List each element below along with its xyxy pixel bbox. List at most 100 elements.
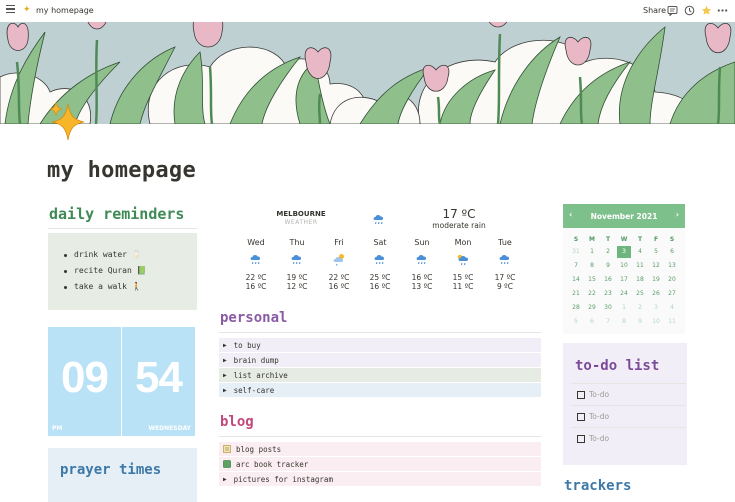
calendar-day[interactable]: 28: [569, 302, 583, 314]
forecast-low: 12 ºC: [286, 282, 308, 291]
calendar-day[interactable]: 8: [617, 316, 631, 328]
toggle-arrow-icon[interactable]: ▶: [223, 342, 227, 349]
page-sparkle-icon: [49, 101, 85, 140]
comment-icon[interactable]: [667, 5, 678, 16]
calendar-day[interactable]: 26: [649, 288, 663, 300]
calendar-day[interactable]: 30: [601, 302, 615, 314]
calendar-day[interactable]: 17: [617, 274, 631, 286]
calendar-day[interactable]: 18: [633, 274, 647, 286]
calendar-day[interactable]: 21: [569, 288, 583, 300]
blog-row-label: arc book tracker: [236, 459, 309, 469]
blog-posts-link[interactable]: blog posts: [219, 442, 541, 456]
calendar-day[interactable]: 11: [665, 316, 679, 328]
breadcrumb-page-title[interactable]: my homepage: [36, 6, 94, 15]
calendar-day[interactable]: 23: [601, 288, 615, 300]
calendar-day[interactable]: 7: [569, 260, 583, 272]
calendar-day[interactable]: 3: [617, 246, 631, 258]
calendar-day[interactable]: 6: [665, 246, 679, 258]
forecast-high: 19 ºC: [286, 273, 308, 282]
toggle-to-buy[interactable]: ▶ to buy: [219, 338, 541, 352]
calendar-day[interactable]: 20: [665, 274, 679, 286]
calendar-day[interactable]: 13: [665, 260, 679, 272]
menu-icon[interactable]: [6, 5, 15, 15]
calendar-day[interactable]: 2: [633, 302, 647, 314]
blog-row-label: pictures for instagram: [233, 474, 333, 484]
calendar-day[interactable]: 5: [649, 246, 663, 258]
sun-cloud-icon: [319, 253, 359, 273]
checkbox[interactable]: [577, 412, 585, 421]
more-icon[interactable]: [717, 5, 728, 16]
calendar-day[interactable]: 1: [585, 246, 599, 258]
memo-icon: [223, 445, 231, 453]
calendar-day[interactable]: 19: [649, 274, 663, 286]
calendar-day[interactable]: 1: [617, 302, 631, 314]
calendar-day[interactable]: 9: [601, 260, 615, 272]
todo-item[interactable]: To-do: [577, 390, 609, 399]
toggle-arrow-icon[interactable]: ▶: [223, 372, 227, 379]
calendar-day[interactable]: 24: [617, 288, 631, 300]
toggle-self-care[interactable]: ▶ self-care: [219, 383, 541, 397]
clock-hour-card: 09 PM: [48, 327, 121, 436]
clock-minute-card: 54 WEDNESDAY: [122, 327, 195, 436]
forecast-day-name: Wed: [247, 238, 265, 247]
share-button[interactable]: Share: [643, 6, 666, 15]
toggle-brain-dump[interactable]: ▶ brain dump: [219, 353, 541, 367]
calendar-day[interactable]: 14: [569, 274, 583, 286]
daily-reminders-list: drink water 🥛 recite Quran 📗 take a walk…: [48, 233, 197, 310]
calendar-day[interactable]: 6: [585, 316, 599, 328]
personal-heading: personal: [220, 310, 288, 326]
calendar-day[interactable]: 31: [569, 246, 583, 258]
forecast-day: Sat 25 ºC 16 ºC: [360, 238, 400, 291]
arc-book-tracker-link[interactable]: arc book tracker: [219, 457, 541, 471]
calendar-day[interactable]: 15: [585, 274, 599, 286]
green-book-icon: [223, 460, 231, 468]
calendar-day[interactable]: 4: [665, 302, 679, 314]
calendar-day[interactable]: 5: [569, 316, 583, 328]
calendar-day[interactable]: 22: [585, 288, 599, 300]
calendar-day[interactable]: 4: [633, 246, 647, 258]
checkbox[interactable]: [577, 390, 585, 399]
calendar-day[interactable]: 29: [585, 302, 599, 314]
calendar-day[interactable]: 7: [601, 316, 615, 328]
calendar-weekday: T: [637, 236, 643, 243]
prev-month-icon[interactable]: ‹: [569, 210, 572, 219]
toggle-arrow-icon[interactable]: ▶: [223, 387, 227, 394]
calendar-day[interactable]: 10: [617, 260, 631, 272]
reminder-item: drink water 🥛: [64, 247, 197, 263]
toggle-label: self-care: [233, 385, 275, 395]
calendar-day[interactable]: 3: [649, 302, 663, 314]
calendar-day[interactable]: 12: [649, 260, 663, 272]
calendar-day[interactable]: 9: [633, 316, 647, 328]
toggle-arrow-icon[interactable]: ▶: [223, 476, 227, 483]
calendar-day[interactable]: 8: [585, 260, 599, 272]
next-month-icon[interactable]: ›: [676, 210, 679, 219]
favorite-star-icon[interactable]: [701, 5, 712, 16]
page-title: my homepage: [47, 158, 196, 183]
cover-image: [0, 22, 735, 124]
todo-item[interactable]: To-do: [577, 412, 609, 421]
toggle-arrow-icon[interactable]: ▶: [223, 357, 227, 364]
calendar-weekday: F: [653, 236, 659, 243]
daily-reminders-heading: daily reminders: [49, 205, 185, 223]
calendar-day[interactable]: 25: [633, 288, 647, 300]
blog-row-label: blog posts: [236, 444, 282, 454]
divider: [571, 383, 686, 384]
forecast-day: Mon 15 ºC 11 ºC: [443, 238, 483, 291]
rain-icon: [236, 253, 276, 273]
rain-icon: [485, 253, 525, 273]
toggle-list-archive[interactable]: ▶ list archive: [219, 368, 541, 382]
forecast-high: 25 ºC: [369, 273, 391, 282]
history-icon[interactable]: [684, 5, 695, 16]
calendar-day[interactable]: 11: [633, 260, 647, 272]
calendar-day[interactable]: 10: [649, 316, 663, 328]
checkbox[interactable]: [577, 434, 585, 443]
todo-heading: to-do list: [575, 358, 660, 374]
calendar-day[interactable]: 27: [665, 288, 679, 300]
forecast-high: 15 ºC: [452, 273, 474, 282]
calendar-day[interactable]: 2: [601, 246, 615, 258]
divider: [219, 332, 541, 333]
todo-item[interactable]: To-do: [577, 434, 609, 443]
pictures-for-instagram-toggle[interactable]: ▶ pictures for instagram: [219, 472, 541, 486]
calendar-day[interactable]: 16: [601, 274, 615, 286]
calendar-weekday: S: [573, 236, 579, 243]
